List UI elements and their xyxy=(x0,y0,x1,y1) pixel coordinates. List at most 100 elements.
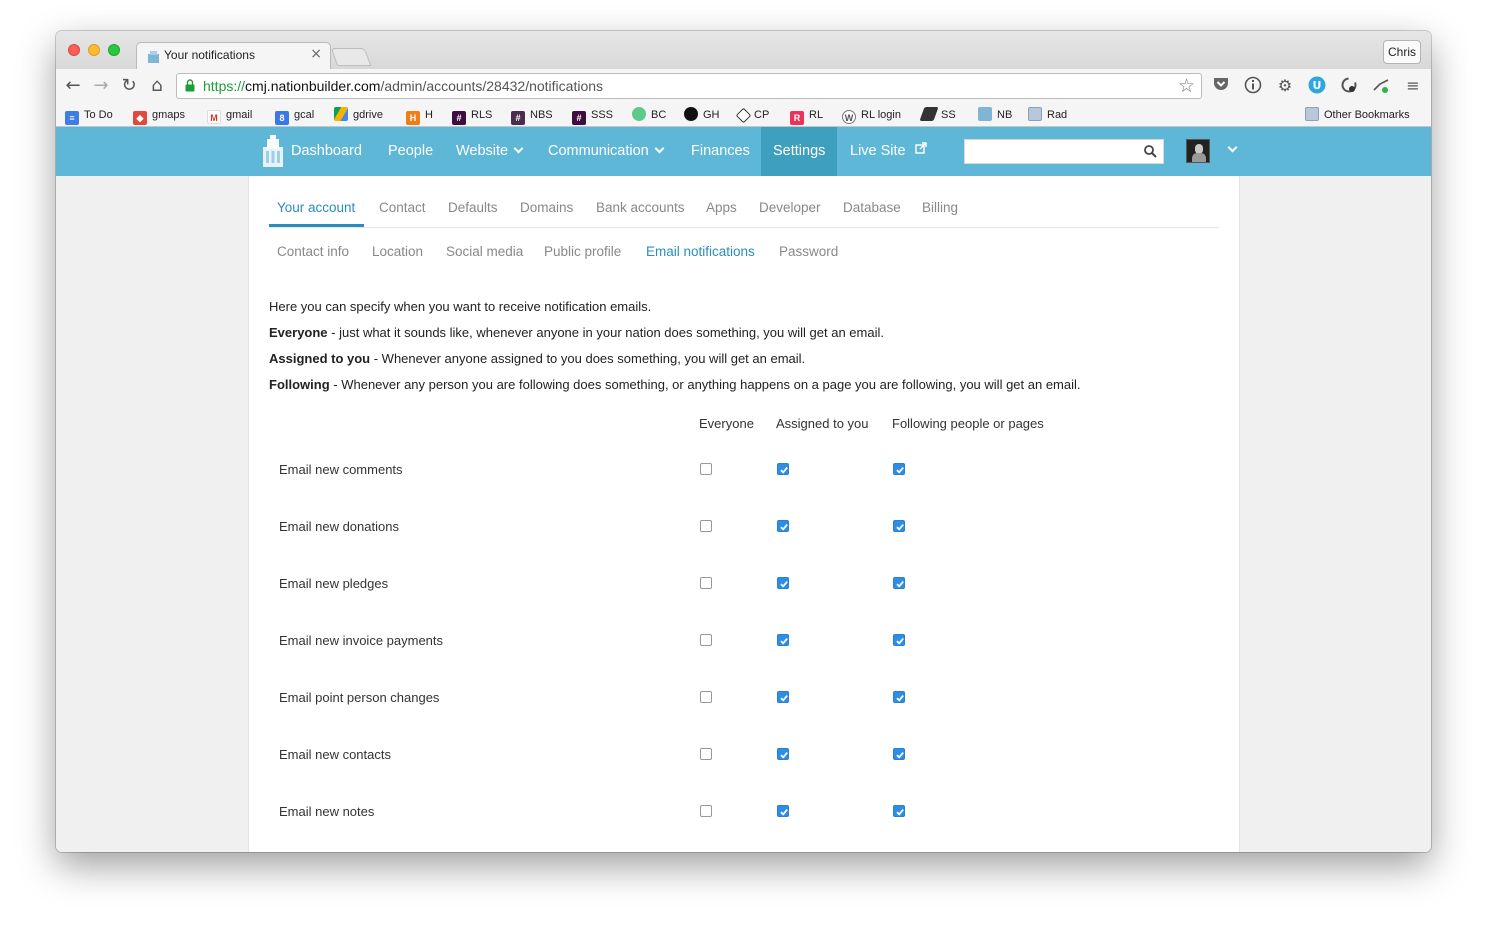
tab-bank-accounts[interactable]: Bank accounts xyxy=(596,200,685,215)
bookmark-gh[interactable]: GH xyxy=(684,106,720,124)
bookmark-h[interactable]: HH xyxy=(406,106,433,125)
bookmark-ss[interactable]: SS xyxy=(919,106,956,124)
subtab-password[interactable]: Password xyxy=(779,244,838,259)
assigned-checkbox[interactable] xyxy=(777,577,789,589)
minimize-window-button[interactable] xyxy=(88,44,100,56)
following-checkbox[interactable] xyxy=(893,748,905,760)
bookmark-nbs[interactable]: # NBS xyxy=(511,106,553,125)
subtab-contact-info[interactable]: Contact info xyxy=(277,244,349,259)
assigned-checkbox[interactable] xyxy=(777,634,789,646)
address-bar[interactable]: https://cmj.nationbuilder.com/admin/acco… xyxy=(176,73,1202,99)
intro-text: Here you can specify when you want to re… xyxy=(269,299,652,314)
tab-defaults[interactable]: Defaults xyxy=(448,200,498,215)
tab-domains[interactable]: Domains xyxy=(520,200,573,215)
nav-settings[interactable]: Settings xyxy=(761,127,838,176)
following-checkbox[interactable] xyxy=(893,634,905,646)
nav-live-site-label: Live Site xyxy=(850,143,906,159)
bookmark-cp[interactable]: CP xyxy=(735,106,769,124)
assigned-checkbox[interactable] xyxy=(777,805,789,817)
nav-website-label: Website xyxy=(456,143,509,159)
bookmark-gdrive[interactable]: gdrive xyxy=(334,106,383,124)
notification-row-label: Email new comments xyxy=(279,462,403,477)
bookmark-bc[interactable]: BC xyxy=(632,106,666,124)
menu-icon[interactable]: ≡ xyxy=(1403,76,1423,96)
tab-database[interactable]: Database xyxy=(843,200,901,215)
subtab-location[interactable]: Location xyxy=(372,244,423,259)
assigned-checkbox[interactable] xyxy=(777,691,789,703)
chevron-down-icon[interactable] xyxy=(1227,142,1238,153)
following-checkbox[interactable] xyxy=(893,520,905,532)
tab-billing[interactable]: Billing xyxy=(922,200,958,215)
subtab-social-media[interactable]: Social media xyxy=(446,244,523,259)
avatar[interactable] xyxy=(1186,139,1210,163)
nav-people[interactable]: People xyxy=(388,127,433,176)
nav-communication[interactable]: Communication xyxy=(548,127,665,176)
bookmark-rls[interactable]: # RLS xyxy=(452,106,492,125)
bookmark-sss[interactable]: # SSS xyxy=(572,106,613,125)
site-search-input[interactable] xyxy=(964,139,1164,164)
browser-toolbar: ← → ↻ ⌂ https://cmj.nationbuilder.com/ad… xyxy=(56,69,1431,103)
following-checkbox[interactable] xyxy=(893,463,905,475)
everyone-checkbox[interactable] xyxy=(700,748,712,760)
column-header-assigned: Assigned to you xyxy=(776,416,869,431)
nav-finances[interactable]: Finances xyxy=(691,127,750,176)
bookmark-rl-login[interactable]: W RL login xyxy=(842,106,901,124)
tab-contact[interactable]: Contact xyxy=(379,200,426,215)
external-link-icon xyxy=(914,142,927,154)
search-icon[interactable] xyxy=(1144,145,1157,158)
tab-your-account[interactable]: Your account xyxy=(277,200,355,215)
assigned-checkbox[interactable] xyxy=(777,463,789,475)
profile-button[interactable]: Chris xyxy=(1383,40,1421,64)
close-window-button[interactable] xyxy=(68,44,80,56)
bookmark-gcal[interactable]: 8 gcal xyxy=(275,106,314,125)
assigned-checkbox[interactable] xyxy=(777,748,789,760)
zoom-window-button[interactable] xyxy=(108,44,120,56)
right-gutter xyxy=(1240,176,1431,852)
left-gutter xyxy=(56,176,248,852)
bookmark-star-icon[interactable]: ☆ xyxy=(1178,75,1195,97)
bookmark-rad[interactable]: Rad xyxy=(1028,106,1067,124)
nav-website[interactable]: Website xyxy=(456,127,524,176)
primary-tabs: Your account Contact Defaults Domains Ba… xyxy=(269,176,1219,228)
bookmark-gmaps[interactable]: ◆ gmaps xyxy=(133,106,185,125)
tab-developer[interactable]: Developer xyxy=(759,200,821,215)
calendar-icon: 8 xyxy=(275,111,289,125)
bookmark-todo[interactable]: ≡ To Do xyxy=(65,106,113,125)
bookmark-rl[interactable]: R RL xyxy=(790,106,823,125)
gear-icon[interactable]: ⚙ xyxy=(1275,76,1295,96)
sync-icon[interactable] xyxy=(1339,76,1359,96)
tab-close-icon[interactable]: × xyxy=(310,46,322,62)
everyone-checkbox[interactable] xyxy=(700,691,712,703)
subtab-email-notifications[interactable]: Email notifications xyxy=(646,244,755,259)
everyone-checkbox[interactable] xyxy=(700,520,712,532)
nav-dashboard[interactable]: Dashboard xyxy=(291,127,362,176)
checkmark-icon xyxy=(780,695,788,702)
pocket-icon[interactable] xyxy=(1211,76,1231,96)
url-text: https://cmj.nationbuilder.com/admin/acco… xyxy=(203,78,604,94)
reload-icon[interactable]: ↻ xyxy=(118,75,140,97)
tab-apps[interactable]: Apps xyxy=(706,200,737,215)
forward-icon[interactable]: → xyxy=(90,75,112,97)
new-tab-button[interactable] xyxy=(330,48,372,66)
everyone-checkbox[interactable] xyxy=(700,463,712,475)
browser-tab[interactable]: Your notifications × xyxy=(136,42,331,69)
info-icon[interactable] xyxy=(1243,76,1263,96)
nationbuilder-logo-icon[interactable] xyxy=(261,135,285,167)
following-checkbox[interactable] xyxy=(893,805,905,817)
ublock-icon[interactable]: U xyxy=(1307,76,1327,96)
nav-live-site[interactable]: Live Site xyxy=(850,127,927,176)
subtab-public-profile[interactable]: Public profile xyxy=(544,244,621,259)
everyone-checkbox[interactable] xyxy=(700,634,712,646)
following-checkbox[interactable] xyxy=(893,577,905,589)
network-icon[interactable] xyxy=(1371,76,1391,96)
back-icon[interactable]: ← xyxy=(62,75,84,97)
following-checkbox[interactable] xyxy=(893,691,905,703)
everyone-checkbox[interactable] xyxy=(700,577,712,589)
home-icon[interactable]: ⌂ xyxy=(146,75,168,97)
other-bookmarks[interactable]: Other Bookmarks xyxy=(1305,106,1410,124)
everyone-checkbox[interactable] xyxy=(700,805,712,817)
checkmark-icon xyxy=(896,467,904,474)
bookmark-gmail[interactable]: Mgmail xyxy=(207,106,252,124)
assigned-checkbox[interactable] xyxy=(777,520,789,532)
bookmark-nb[interactable]: NB xyxy=(978,106,1012,124)
